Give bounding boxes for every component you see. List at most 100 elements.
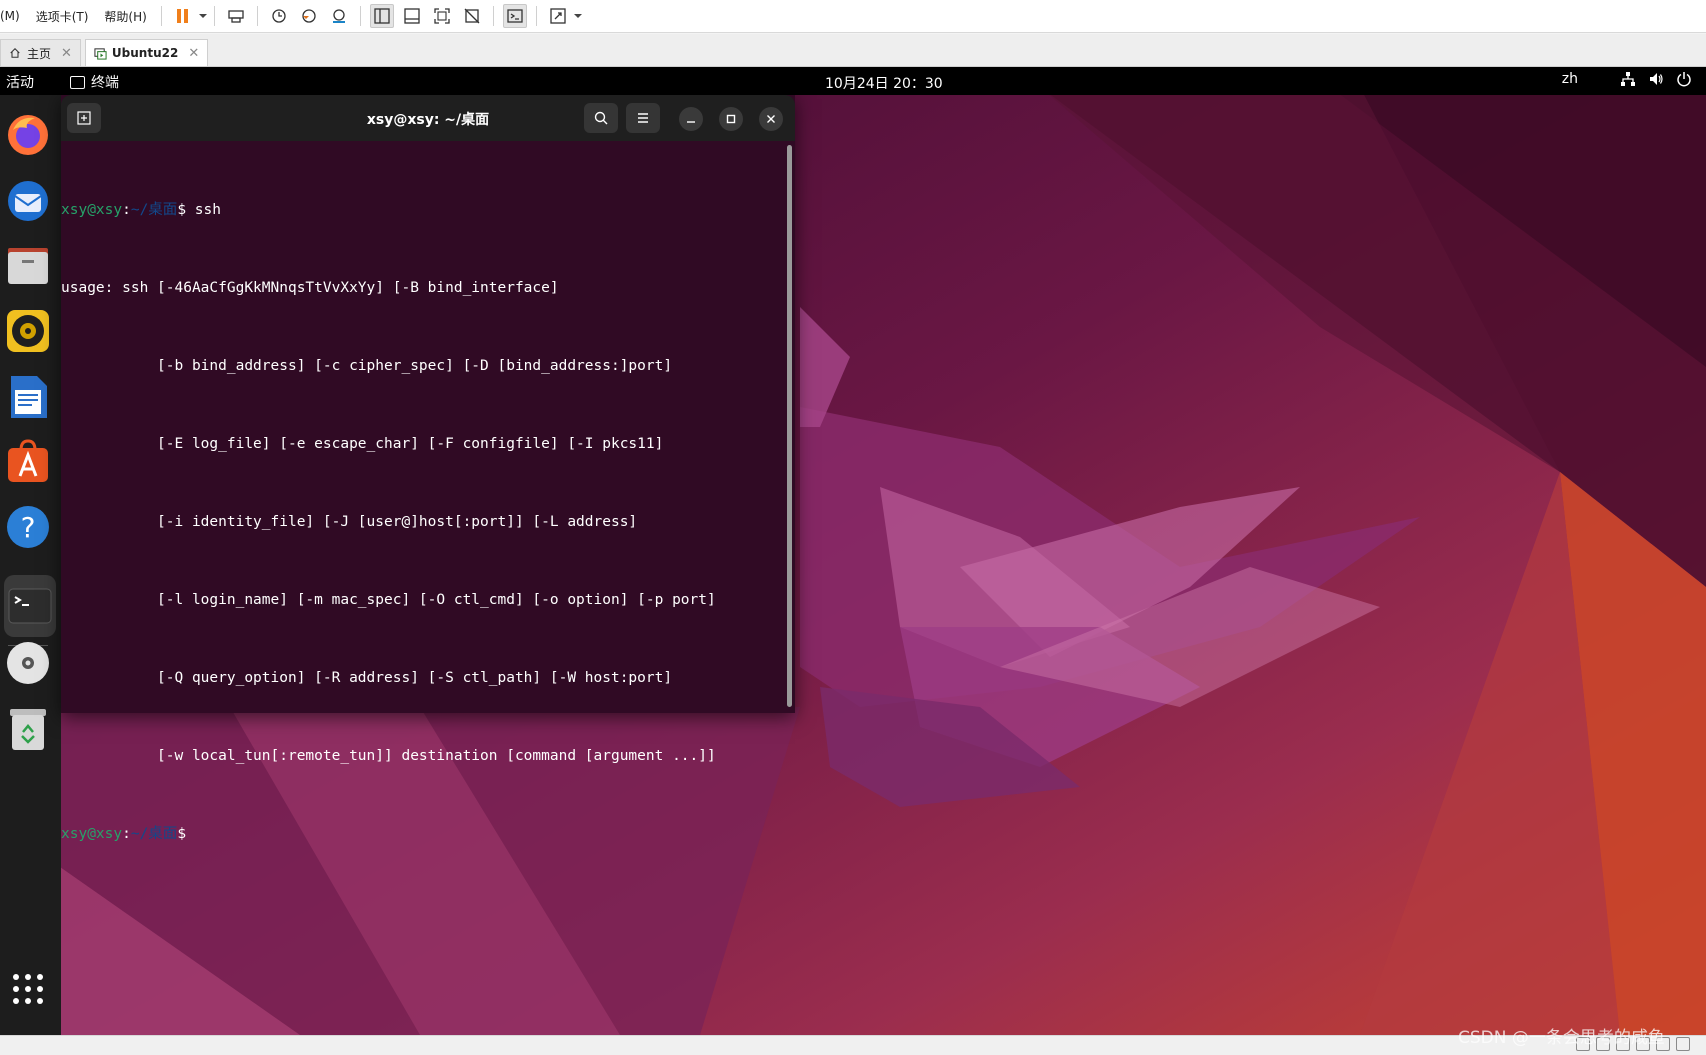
trash-icon: [10, 709, 46, 750]
dock-app-center[interactable]: [4, 437, 52, 485]
show-apps-icon: [13, 974, 43, 1004]
close-icon[interactable]: ✕: [188, 46, 199, 61]
revert-snapshot-button[interactable]: [297, 4, 321, 28]
prompt-symbol: $: [177, 826, 187, 842]
sidebar-layout-icon: [374, 8, 390, 24]
console-view-button[interactable]: [502, 4, 527, 28]
prompt-path: ~/桌面: [130, 202, 178, 218]
close-icon: [767, 115, 775, 123]
system-tray[interactable]: zh: [1562, 71, 1692, 87]
toolbar-divider: [256, 6, 258, 26]
thunderbird-icon: [8, 181, 48, 221]
menu-vm[interactable]: (M): [0, 9, 28, 23]
unity-mode-button[interactable]: [460, 4, 484, 28]
chevron-down-icon[interactable]: [198, 11, 208, 21]
output-line: [-b bind_address] [-c cipher_spec] [-D […: [61, 358, 673, 374]
snapshot-button[interactable]: [267, 4, 291, 28]
dock-trash[interactable]: [4, 705, 52, 753]
volume-icon: [1650, 73, 1663, 85]
dock-firefox[interactable]: [4, 111, 52, 159]
dock-thunderbird[interactable]: [4, 177, 52, 225]
menu-help[interactable]: 帮助(H): [96, 8, 154, 25]
vmware-toolbar: (M) 选项卡(T) 帮助(H): [0, 0, 1706, 33]
dock-terminal[interactable]: [4, 575, 56, 637]
search-button[interactable]: [584, 103, 618, 133]
snapshot-icon: [272, 9, 286, 23]
fullscreen-button[interactable]: [430, 4, 454, 28]
maximize-button[interactable]: [719, 107, 743, 131]
search-icon: [594, 111, 608, 125]
minimize-button[interactable]: [679, 107, 703, 131]
help-icon: ?: [7, 506, 49, 548]
prompt-symbol: $: [177, 202, 187, 218]
display-icon[interactable]: [1676, 1037, 1690, 1051]
show-library-button[interactable]: [369, 4, 394, 28]
close-icon[interactable]: ✕: [61, 46, 72, 61]
network-icon: [1621, 72, 1635, 86]
stretch-button[interactable]: [546, 4, 570, 28]
toolbar-divider: [213, 6, 215, 26]
vmware-status-bar: [0, 1035, 1706, 1055]
writer-icon: [11, 376, 47, 418]
output-line: [-l login_name] [-m mac_spec] [-O ctl_cm…: [61, 592, 716, 608]
clock[interactable]: 10月24日 20：30: [825, 73, 943, 93]
app-menu[interactable]: 终端: [70, 72, 119, 92]
send-ctrl-alt-del-button[interactable]: [224, 4, 248, 28]
app-menu-label: 终端: [91, 75, 119, 91]
suspend-button[interactable]: [171, 4, 195, 28]
ubuntu-desktop: 活动 终端 10月24日 20：30 zh ? xsy@xsy: ~/桌面 xs…: [0, 67, 1706, 1035]
bottom-panel-icon: [404, 8, 420, 24]
dvd-icon: [7, 642, 49, 684]
dock-rhythmbox[interactable]: [4, 307, 52, 355]
activities-button[interactable]: 活动: [6, 72, 34, 92]
pause-icon: [176, 9, 188, 23]
command-text: ssh: [186, 202, 221, 218]
output-line: usage: ssh [-46AaCfGgKkMNnqsTtVvXxYy] [-…: [61, 280, 559, 296]
power-icon: [1677, 72, 1691, 87]
keyboard-icon: [228, 10, 244, 23]
maximize-icon: [726, 114, 736, 124]
terminal-window[interactable]: xsy@xsy: ~/桌面 xsy@xsy:~/桌面$ ssh usage: s…: [61, 95, 795, 842]
dock-writer[interactable]: [4, 373, 52, 421]
prompt-line: xsy@xsy:~/桌面$: [61, 821, 787, 847]
tab-label: 主页: [27, 46, 52, 61]
menu-button[interactable]: [626, 103, 660, 133]
dock-help[interactable]: ?: [4, 503, 52, 551]
chevron-down-icon[interactable]: [573, 11, 583, 21]
close-button[interactable]: [759, 107, 783, 131]
prompt-user: xsy@xsy: [61, 826, 123, 842]
gnome-top-bar: 活动 终端 10月24日 20：30 zh: [0, 67, 1706, 95]
scrollbar[interactable]: [787, 145, 792, 707]
menu-tabs[interactable]: 选项卡(T): [28, 8, 97, 25]
dock-files[interactable]: [4, 241, 52, 289]
prompt-user: xsy@xsy: [61, 202, 123, 218]
snapshot-manager-button[interactable]: [327, 4, 351, 28]
input-method-indicator[interactable]: zh: [1562, 71, 1578, 87]
prompt-separator: :: [122, 826, 131, 842]
snapshot-manager-icon: [332, 9, 345, 23]
terminal-header-bar[interactable]: xsy@xsy: ~/桌面: [61, 95, 795, 141]
dock-dvd[interactable]: [4, 639, 52, 687]
terminal-icon: [8, 588, 52, 624]
tab-home[interactable]: 主页 ✕: [0, 39, 81, 66]
thumbnail-bar-button[interactable]: [400, 4, 424, 28]
app-center-icon: [8, 439, 48, 482]
revert-icon: [302, 9, 316, 23]
toolbar-divider: [535, 6, 537, 26]
unity-icon: [464, 8, 480, 24]
minimize-icon: [687, 121, 695, 123]
files-icon: [8, 248, 48, 284]
dock-show-apps[interactable]: [4, 965, 52, 1013]
svg-text:?: ?: [21, 511, 36, 544]
output-line: [-Q query_option] [-R address] [-S ctl_p…: [61, 670, 673, 686]
output-line: [-i identity_file] [-J [user@]host[:port…: [61, 514, 638, 530]
watermark: CSDN @一条会思考的咸鱼: [1458, 1028, 1665, 1048]
vmware-tab-bar: 主页 ✕ Ubuntu22 ✕: [0, 34, 1706, 67]
fullscreen-icon: [434, 8, 450, 24]
terminal-output[interactable]: xsy@xsy:~/桌面$ ssh usage: ssh [-46AaCfGgK…: [61, 141, 787, 842]
prompt-separator: :: [122, 202, 131, 218]
prompt-path: ~/桌面: [130, 826, 178, 842]
firefox-icon: [8, 115, 48, 155]
console-icon: [507, 9, 523, 23]
tab-ubuntu22[interactable]: Ubuntu22 ✕: [84, 39, 209, 66]
